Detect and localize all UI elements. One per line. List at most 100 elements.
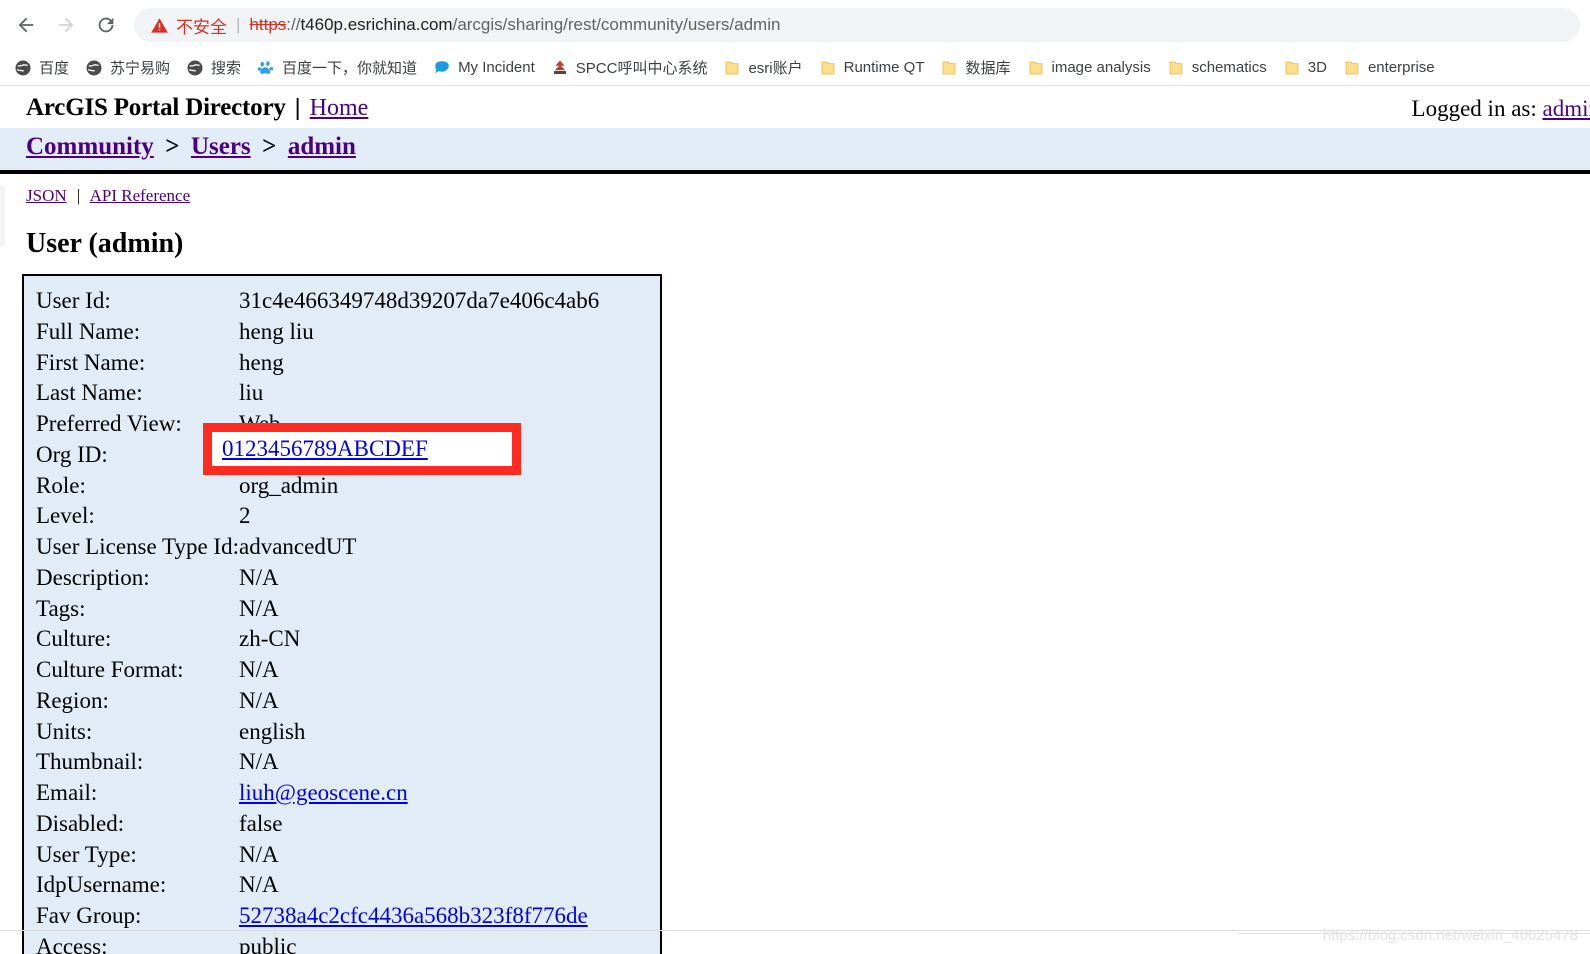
globe-icon (186, 59, 204, 77)
logged-in-label: Logged in as: (1411, 96, 1537, 121)
folder-icon (1343, 59, 1361, 77)
bookmark-suning[interactable]: 苏宁易购 (77, 54, 178, 82)
property-key: Description: (36, 564, 150, 590)
property-value: Web (238, 411, 281, 436)
url-scheme-suffix: :// (286, 15, 301, 34)
bookmark-label: 搜索 (211, 60, 242, 77)
back-button[interactable] (6, 5, 46, 45)
property-row: Preferred View: Web (36, 409, 599, 440)
property-key: Culture Format: (36, 657, 184, 682)
bookmark-label: SPCC呼叫中心系统 (575, 60, 708, 77)
property-row: Culture: zh-CN (36, 624, 599, 655)
bookmark-folder-database[interactable]: 数据库 (932, 54, 1018, 82)
bookmark-baidu-search[interactable]: 百度一下，你就知道 (249, 54, 425, 82)
property-row: Fav Group: 52738a4c2cfc4436a568b323f8f776… (36, 901, 599, 932)
folder-icon (819, 59, 837, 77)
bookmark-spcc[interactable]: SPCC呼叫中心系统 (543, 54, 716, 82)
property-value-link[interactable]: liuh@geoscene.cn (239, 780, 408, 805)
home-link[interactable]: Home (310, 95, 369, 122)
bookmark-label: Runtime QT (843, 59, 925, 76)
bookmark-folder-enterprise[interactable]: enterprise (1335, 54, 1443, 82)
property-key: Culture: (36, 626, 112, 652)
property-key: User Id: (36, 288, 111, 313)
page-bottom-tick (274, 932, 275, 954)
property-key: Level: (36, 503, 95, 529)
property-row: Tags: N/A (36, 594, 599, 625)
api-reference-link[interactable]: API Reference (90, 186, 191, 205)
not-secure-warning-icon (150, 16, 169, 35)
folder-icon (1167, 59, 1185, 77)
url-path: /arcgis/sharing/rest/community/users/adm… (452, 15, 781, 34)
property-value: false (238, 810, 283, 836)
property-value: N/A (238, 841, 279, 867)
property-key: Tags: (36, 595, 86, 621)
property-row: User Id: 31c4e466349748d39207da7e406c4ab6 (36, 286, 599, 317)
breadcrumb-admin[interactable]: admin (288, 133, 356, 160)
property-key: Thumbnail: (36, 749, 144, 775)
property-key: Role: (36, 472, 86, 498)
property-key: IdpUsername: (36, 872, 167, 898)
address-bar[interactable]: 不安全 | https://t460p.esrichina.com/arcgis… (134, 8, 1580, 42)
bookmark-folder-runtime-qt[interactable]: Runtime QT (811, 54, 933, 82)
page-title: ArcGIS Portal Directory (26, 94, 286, 121)
property-row: Full Name: heng liu (36, 317, 599, 348)
bookmark-label: 数据库 (965, 60, 1011, 77)
property-value-link[interactable]: 52738a4c2cfc4436a568b323f8f776de (239, 903, 588, 928)
bookmark-my-incident[interactable]: My Incident (425, 54, 543, 82)
bookmark-label: esri账户 (748, 60, 803, 77)
property-value[interactable]: 52738a4c2cfc4436a568b323f8f776de (239, 901, 599, 932)
property-value: 31c4e466349748d39207da7e406c4ab6 (238, 288, 600, 313)
content-heading: User (admin) (26, 228, 184, 259)
property-row: Email: liuh@geoscene.cn (36, 778, 599, 809)
format-links: JSON | API Reference (0, 174, 1590, 206)
property-key: Full Name: (36, 318, 141, 344)
bookmark-label: schematics (1191, 59, 1267, 76)
property-key: User Type: (36, 841, 137, 867)
bookmark-label: enterprise (1367, 59, 1435, 76)
globe-icon (85, 59, 103, 77)
property-row: User License Type Id: advancedUT (36, 532, 599, 563)
bookmark-folder-schematics[interactable]: schematics (1159, 54, 1275, 82)
bookmark-search[interactable]: 搜索 (178, 54, 249, 82)
title-separator: | (294, 94, 301, 120)
breadcrumb-community[interactable]: Community (26, 133, 154, 160)
folder-icon (940, 59, 958, 77)
property-key: Email: (36, 780, 98, 805)
property-row: Region: N/A (36, 686, 599, 717)
property-row: Disabled: false (36, 809, 599, 840)
logged-in-status: Logged in as: admin (1412, 96, 1590, 122)
property-value-link[interactable]: 0123456789ABCDEF (239, 442, 445, 467)
property-value[interactable]: 0123456789ABCDEF (239, 440, 599, 471)
folder-icon (1027, 59, 1045, 77)
user-properties-panel: User Id: 31c4e466349748d39207da7e406c4ab6… (22, 274, 662, 954)
page-viewport: ArcGIS Portal Directory | Home Logged in… (0, 86, 1590, 954)
property-row: Units: english (36, 717, 599, 748)
bookmarks-bar: 百度 苏宁易购 搜索 百度一下，你就知道 My Incident SPCC呼叫中… (0, 50, 1590, 86)
breadcrumb-users[interactable]: Users (191, 133, 251, 160)
property-value: heng (238, 349, 284, 375)
bookmark-folder-image-analysis[interactable]: image analysis (1019, 54, 1159, 82)
property-key: Org ID: (36, 441, 108, 467)
baidu-paw-icon (257, 59, 275, 77)
spcc-icon (551, 59, 569, 77)
property-key: Units: (36, 718, 93, 744)
bookmark-label: 3D (1307, 59, 1327, 76)
folder-icon (723, 59, 741, 77)
property-value: N/A (238, 564, 279, 590)
property-row: Last Name: liu (36, 378, 599, 409)
property-value: N/A (238, 872, 279, 898)
portal-header: ArcGIS Portal Directory | Home Logged in… (0, 86, 1590, 128)
bookmark-label: My Incident (458, 59, 535, 76)
bookmark-baidu[interactable]: 百度 (6, 54, 77, 82)
bookmark-folder-esri-account[interactable]: esri账户 (715, 54, 810, 82)
property-row: Access: public (36, 932, 599, 954)
property-row: First Name: heng (36, 348, 599, 379)
logged-in-user-link[interactable]: admin (1543, 96, 1590, 121)
bookmark-folder-3d[interactable]: 3D (1275, 54, 1335, 82)
property-row: User Type: N/A (36, 840, 599, 871)
json-link[interactable]: JSON (26, 186, 67, 205)
property-key: Preferred View: (36, 411, 182, 436)
property-key: User License Type Id: (36, 534, 239, 559)
property-value[interactable]: liuh@geoscene.cn (239, 778, 599, 809)
reload-button[interactable] (86, 5, 126, 45)
